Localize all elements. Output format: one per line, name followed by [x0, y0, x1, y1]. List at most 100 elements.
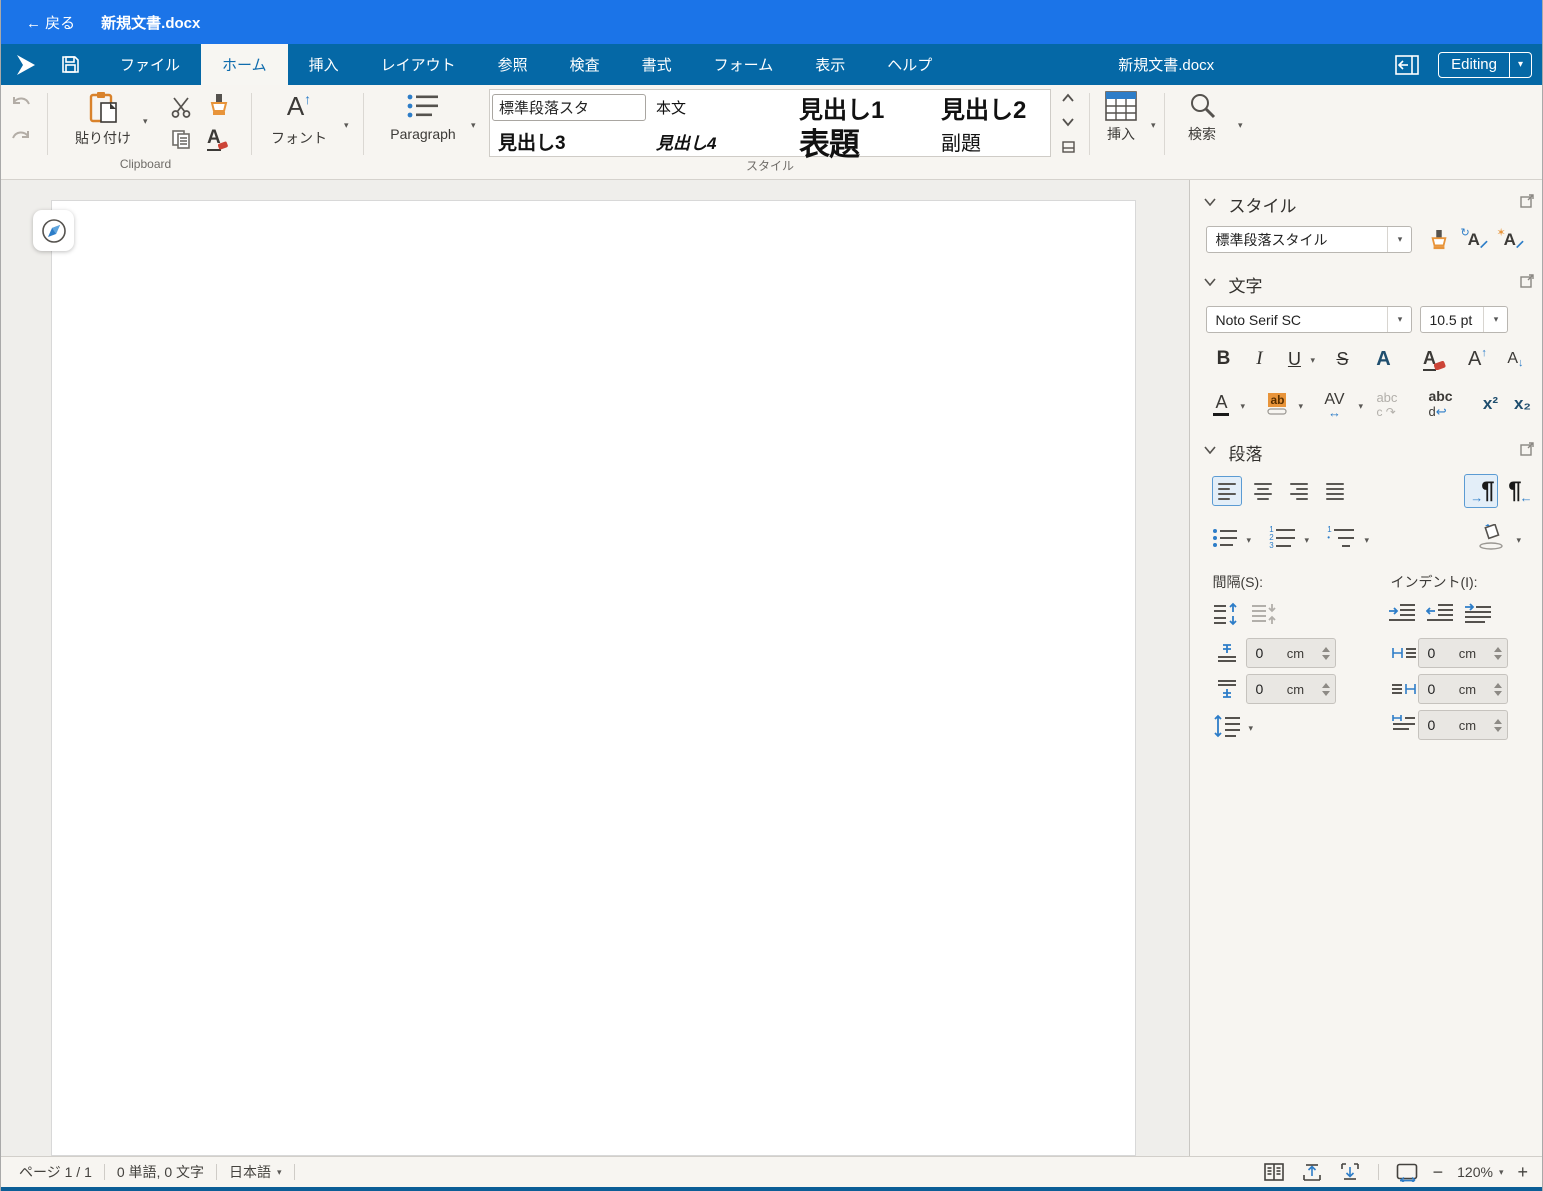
- editing-mode-caret-icon[interactable]: ▾: [1509, 53, 1531, 77]
- paragraph-style-caret-icon[interactable]: ▾: [1387, 227, 1411, 252]
- bullet-list-caret-icon[interactable]: ▾: [1246, 536, 1251, 545]
- search-button[interactable]: 検索: [1177, 91, 1227, 144]
- paragraph-shading-caret-icon[interactable]: ▾: [1516, 536, 1521, 545]
- tab-view[interactable]: 表示: [794, 44, 866, 85]
- paragraph-style-select[interactable]: 標準段落スタイル ▾: [1206, 226, 1412, 253]
- font-caret-icon[interactable]: ▾: [344, 121, 349, 130]
- gallery-up-icon[interactable]: [1061, 93, 1075, 103]
- tab-insert[interactable]: 挿入: [288, 44, 360, 85]
- paragraph-shading-bucket-icon[interactable]: [1474, 520, 1508, 554]
- zoom-caret-icon[interactable]: ▾: [1499, 1168, 1504, 1177]
- tab-format[interactable]: 書式: [621, 44, 693, 85]
- paste-button[interactable]: 貼り付け: [73, 91, 133, 148]
- tab-review[interactable]: 検査: [549, 44, 621, 85]
- navigation-compass-button[interactable]: [33, 210, 74, 251]
- indent-after-spinner[interactable]: 0 cm: [1418, 674, 1508, 704]
- highlight-caret-icon[interactable]: ▾: [1298, 402, 1303, 411]
- font-button[interactable]: A ↑ フォント: [259, 91, 339, 148]
- character-spacing-button[interactable]: AV ↔: [1316, 388, 1352, 420]
- text-collapse-chevron-icon[interactable]: [1204, 278, 1216, 286]
- styles-collapse-chevron-icon[interactable]: [1204, 198, 1216, 206]
- style-item-subtitle[interactable]: 副題: [933, 127, 1045, 156]
- font-size-select[interactable]: 10.5 pt ▾: [1420, 306, 1508, 333]
- language-caret-icon[interactable]: ▾: [277, 1168, 282, 1177]
- tab-help[interactable]: ヘルプ: [866, 44, 953, 85]
- new-style-icon[interactable]: ✶ A: [1494, 226, 1524, 253]
- font-size-caret-icon[interactable]: ▾: [1483, 307, 1507, 332]
- cut-icon[interactable]: [169, 95, 193, 119]
- zoom-out-button[interactable]: −: [1433, 1162, 1444, 1183]
- bullet-list-button[interactable]: [1210, 524, 1240, 552]
- collapse-panel-icon[interactable]: [1394, 53, 1420, 77]
- change-case-button[interactable]: abc c ↷: [1376, 388, 1414, 420]
- spacing-after-spinner[interactable]: 0 cm: [1246, 674, 1336, 704]
- save-icon[interactable]: [53, 44, 87, 85]
- align-center-button[interactable]: [1248, 476, 1278, 506]
- fit-to-width-toggle-icon[interactable]: [1395, 1161, 1419, 1183]
- fit-page-icon[interactable]: [1300, 1161, 1324, 1183]
- underline-caret-icon[interactable]: ▾: [1310, 356, 1315, 365]
- rtl-paragraph-button[interactable]: ¶ ←: [1504, 474, 1538, 508]
- style-item-normal[interactable]: 標準段落スタ: [492, 94, 646, 121]
- undo-icon[interactable]: [9, 93, 33, 117]
- insert-caret-icon[interactable]: ▾: [1151, 121, 1156, 130]
- spacing-before-value[interactable]: 0: [1247, 645, 1273, 661]
- indent-before-spin-arrows[interactable]: [1489, 639, 1507, 667]
- highlight-color-button[interactable]: ab: [1262, 388, 1292, 420]
- spacing-after-spin-arrows[interactable]: [1317, 675, 1335, 703]
- numbered-list-button[interactable]: 123: [1266, 524, 1298, 552]
- redo-icon[interactable]: [9, 127, 33, 151]
- paragraph-caret-icon[interactable]: ▾: [471, 121, 476, 130]
- remove-paragraph-spacing-icon[interactable]: [1250, 600, 1280, 628]
- two-page-view-icon[interactable]: [1262, 1161, 1286, 1183]
- page-count[interactable]: ページ 1 / 1: [19, 1162, 92, 1182]
- first-line-indent-icon[interactable]: [1462, 600, 1494, 628]
- language-selector[interactable]: 日本語 ▾: [229, 1162, 282, 1182]
- add-paragraph-spacing-icon[interactable]: [1212, 600, 1242, 628]
- styles-popout-icon[interactable]: [1520, 194, 1534, 208]
- italic-button[interactable]: I: [1248, 344, 1270, 374]
- search-caret-icon[interactable]: ▾: [1238, 121, 1243, 130]
- indent-after-spin-arrows[interactable]: [1489, 675, 1507, 703]
- indent-first-line-spin-arrows[interactable]: [1489, 711, 1507, 739]
- align-left-button[interactable]: [1212, 476, 1242, 506]
- fit-width-icon[interactable]: [1338, 1161, 1362, 1183]
- indent-first-line-spinner[interactable]: 0 cm: [1418, 710, 1508, 740]
- zoom-level-selector[interactable]: 120% ▾: [1457, 1164, 1503, 1180]
- character-shading-button[interactable]: A: [1370, 344, 1396, 374]
- character-spacing-caret-icon[interactable]: ▾: [1358, 402, 1363, 411]
- underline-button[interactable]: U: [1282, 344, 1306, 374]
- copy-style-brush-icon[interactable]: [207, 93, 231, 117]
- gallery-expand-icon[interactable]: [1062, 141, 1075, 153]
- tab-file[interactable]: ファイル: [99, 44, 201, 85]
- clone-formatting-icon[interactable]: [1426, 226, 1452, 253]
- spacing-before-spinner[interactable]: 0 cm: [1246, 638, 1336, 668]
- ltr-paragraph-button[interactable]: → ¶: [1464, 474, 1498, 508]
- superscript-button[interactable]: x²: [1476, 388, 1504, 420]
- insert-table-button[interactable]: 挿入: [1097, 91, 1145, 144]
- clear-style-button[interactable]: A: [1418, 344, 1452, 374]
- paragraph-button[interactable]: Paragraph: [379, 91, 467, 142]
- zoom-in-button[interactable]: +: [1517, 1162, 1528, 1183]
- indent-after-value[interactable]: 0: [1419, 681, 1445, 697]
- app-logo-icon[interactable]: [9, 44, 43, 85]
- indent-before-spinner[interactable]: 0 cm: [1418, 638, 1508, 668]
- indent-first-line-value[interactable]: 0: [1419, 717, 1445, 733]
- editing-mode-button[interactable]: Editing ▾: [1438, 52, 1532, 78]
- gallery-down-icon[interactable]: [1061, 117, 1075, 127]
- increase-indent-icon[interactable]: [1386, 600, 1418, 628]
- subscript-button[interactable]: x₂: [1508, 388, 1536, 420]
- document-page[interactable]: [51, 200, 1136, 1156]
- paragraph-collapse-chevron-icon[interactable]: [1204, 446, 1216, 454]
- decrease-indent-icon[interactable]: [1424, 600, 1456, 628]
- update-style-icon[interactable]: ↻ A: [1458, 226, 1488, 253]
- spacing-after-value[interactable]: 0: [1247, 681, 1273, 697]
- style-item-body[interactable]: 本文: [648, 97, 791, 118]
- back-button[interactable]: ← 戻る: [26, 12, 75, 33]
- decrement-font-size-button[interactable]: A↓: [1500, 344, 1530, 374]
- text-popout-icon[interactable]: [1520, 274, 1534, 288]
- font-name-caret-icon[interactable]: ▾: [1387, 307, 1411, 332]
- line-spacing-caret-icon[interactable]: ▾: [1248, 724, 1253, 733]
- style-item-heading4[interactable]: 見出し4: [648, 129, 791, 154]
- spacing-before-spin-arrows[interactable]: [1317, 639, 1335, 667]
